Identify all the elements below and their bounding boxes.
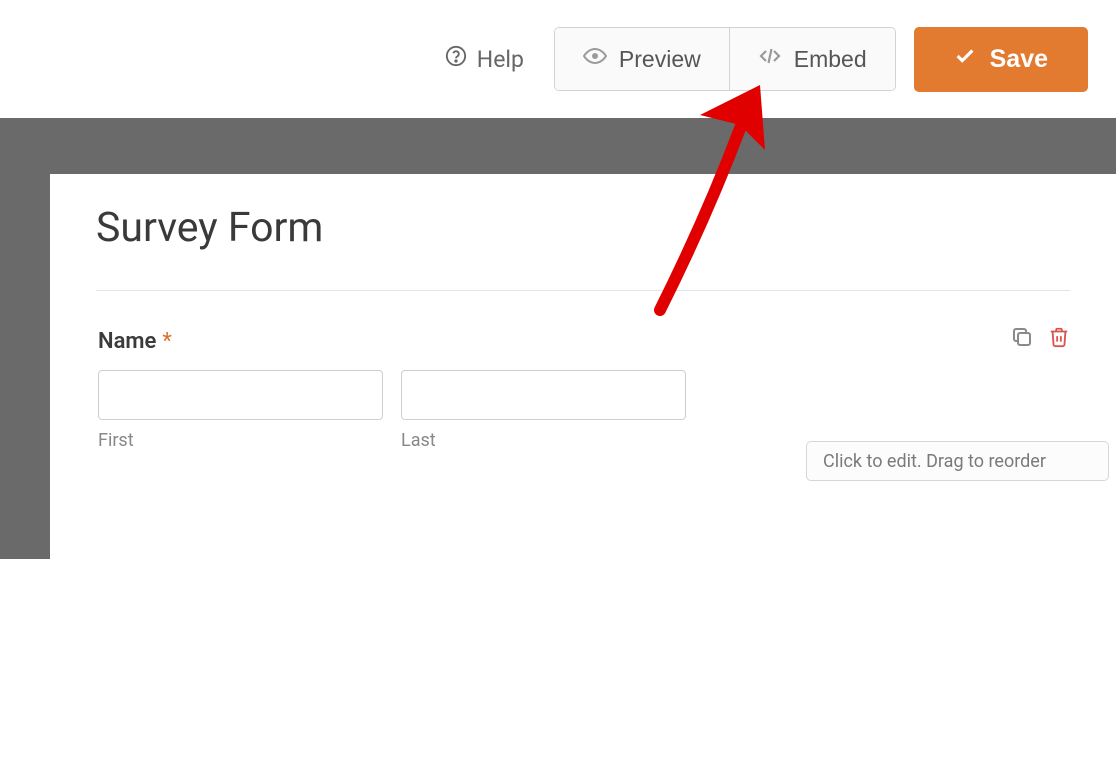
field-label: Name bbox=[98, 329, 156, 354]
help-label: Help bbox=[477, 46, 524, 73]
first-name-input[interactable] bbox=[98, 370, 383, 420]
preview-button[interactable]: Preview bbox=[555, 28, 729, 90]
editor-stage: Survey Form Name * bbox=[0, 118, 1116, 559]
help-icon bbox=[445, 45, 467, 73]
last-name-input[interactable] bbox=[401, 370, 686, 420]
check-icon bbox=[954, 45, 976, 74]
name-inputs-row: First Last bbox=[98, 370, 1068, 451]
duplicate-field-button[interactable] bbox=[1010, 325, 1034, 353]
reorder-hint-tooltip: Click to edit. Drag to reorder bbox=[806, 441, 1109, 481]
field-actions bbox=[1010, 325, 1070, 353]
trash-icon bbox=[1048, 325, 1070, 349]
first-name-column: First bbox=[98, 370, 383, 451]
preview-label: Preview bbox=[619, 46, 701, 73]
save-label: Save bbox=[990, 45, 1048, 74]
form-title[interactable]: Survey Form bbox=[96, 204, 1070, 291]
field-label-row: Name * bbox=[98, 329, 1068, 354]
duplicate-icon bbox=[1010, 325, 1034, 349]
required-indicator: * bbox=[162, 329, 171, 354]
form-panel: Survey Form Name * bbox=[50, 174, 1116, 774]
preview-embed-group: Preview Embed bbox=[554, 27, 896, 91]
hint-text: Click to edit. Drag to reorder bbox=[823, 451, 1046, 472]
code-icon bbox=[758, 44, 782, 74]
delete-field-button[interactable] bbox=[1048, 325, 1070, 353]
first-name-sublabel: First bbox=[98, 430, 383, 451]
embed-label: Embed bbox=[794, 46, 867, 73]
help-button[interactable]: Help bbox=[445, 45, 524, 73]
save-button[interactable]: Save bbox=[914, 27, 1088, 92]
embed-button[interactable]: Embed bbox=[729, 28, 895, 90]
name-field-block[interactable]: Name * bbox=[96, 325, 1070, 455]
eye-icon bbox=[583, 44, 607, 74]
top-toolbar: Help Preview Embed bbox=[0, 0, 1116, 118]
last-name-column: Last bbox=[401, 370, 686, 451]
last-name-sublabel: Last bbox=[401, 430, 686, 451]
